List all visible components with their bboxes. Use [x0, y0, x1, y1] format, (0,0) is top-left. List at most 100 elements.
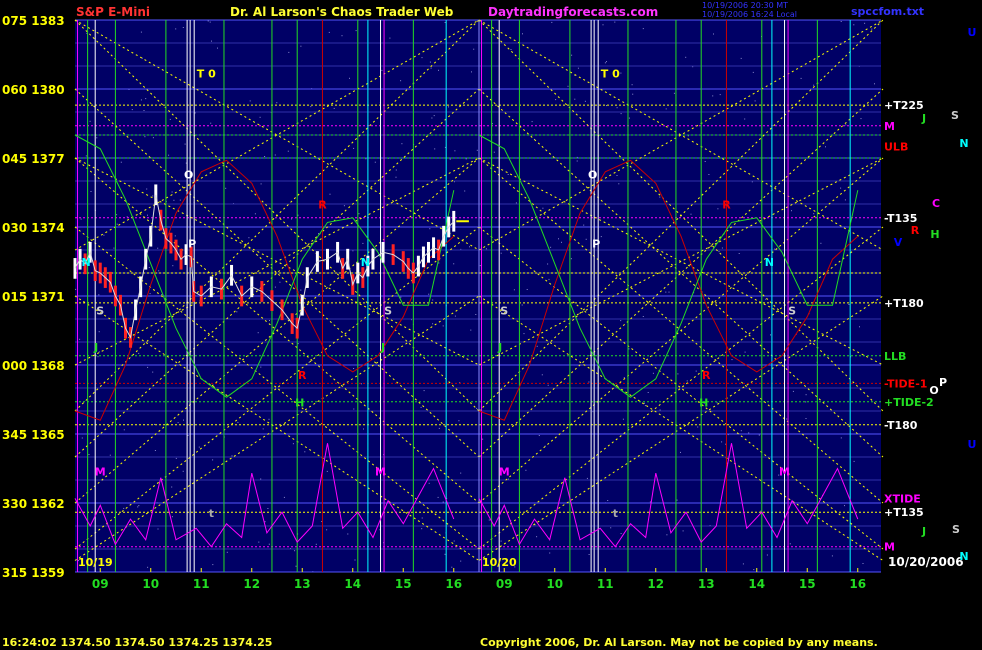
background-dot — [98, 331, 100, 333]
background-dot — [353, 147, 355, 149]
timing-mark: P — [188, 238, 196, 251]
x-tick-label: 13 — [294, 577, 311, 591]
background-dot — [464, 190, 466, 192]
timing-mark: R — [318, 199, 327, 212]
y-tick-label: 060 1380 — [2, 83, 65, 97]
background-dot — [123, 429, 125, 431]
background-dot — [449, 158, 451, 160]
background-dot — [395, 176, 397, 178]
background-dot — [374, 161, 376, 163]
background-dot — [143, 110, 145, 111]
background-dot — [429, 228, 431, 230]
background-dot — [137, 506, 139, 508]
background-dot — [458, 420, 460, 422]
background-dot — [523, 333, 525, 335]
planet-label: S — [952, 523, 960, 536]
background-dot — [198, 446, 200, 448]
background-dot — [805, 394, 807, 396]
background-dot — [347, 533, 349, 535]
background-dot — [217, 47, 218, 49]
background-dot — [642, 316, 644, 317]
planet-label: J — [921, 112, 926, 125]
x-tick-label: 14 — [748, 577, 765, 591]
background-dot — [226, 551, 228, 553]
background-dot — [536, 536, 538, 538]
background-dot — [718, 251, 720, 253]
right-labels: +T225 M ULB -T135 +T180 LLB -TIDE-1 +TIDE-2 -T18… — [884, 99, 934, 554]
background-dot — [292, 443, 294, 445]
timing-mark: S — [788, 304, 796, 317]
background-dot — [211, 40, 212, 42]
background-dot — [438, 69, 439, 71]
background-dot — [96, 137, 98, 139]
right-level-label: +T135 — [884, 506, 924, 519]
background-dot — [428, 293, 430, 295]
background-dot — [154, 423, 155, 425]
background-dot — [182, 470, 184, 472]
y-tick-label: 015 1371 — [2, 290, 65, 304]
background-dot — [448, 106, 449, 108]
background-dot — [97, 356, 99, 358]
right-level-label: XTIDE — [884, 492, 921, 505]
background-dot — [360, 383, 362, 385]
background-dot — [140, 31, 142, 33]
background-dot — [152, 195, 154, 197]
background-dot — [274, 154, 276, 156]
right-level-label: +T180 — [884, 297, 924, 310]
x-tick-label: 15 — [395, 577, 412, 591]
background-dot — [81, 437, 83, 439]
background-dot — [588, 381, 590, 383]
background-dot — [420, 406, 422, 408]
background-dot — [254, 213, 256, 215]
background-dot — [744, 118, 746, 120]
timing-mark: S — [500, 304, 508, 317]
timing-mark: H — [295, 396, 304, 409]
y-tick-label: 045 1377 — [2, 152, 65, 166]
background-dot — [401, 143, 403, 145]
background-dot — [542, 207, 544, 209]
background-dot — [147, 214, 148, 216]
date-label: 10/20/2006 — [888, 555, 964, 569]
background-dot — [665, 291, 667, 293]
background-dot — [607, 500, 609, 501]
background-dot — [604, 62, 606, 64]
background-dot — [363, 428, 364, 430]
timing-mark: O — [184, 169, 193, 182]
y-tick-label: 315 1359 — [2, 566, 65, 580]
background-dot — [844, 199, 846, 201]
timing-mark: T 0 — [197, 68, 216, 81]
planet-label: U — [968, 438, 977, 451]
background-dot — [740, 430, 742, 432]
background-dot — [179, 199, 181, 201]
background-dot — [770, 334, 771, 336]
background-dot — [182, 27, 184, 28]
background-dot — [438, 427, 440, 429]
background-dot — [287, 150, 289, 152]
timing-mark: J — [380, 341, 385, 354]
background-dot — [551, 21, 553, 23]
background-dot — [442, 501, 444, 503]
right-level-label: -T180 — [884, 419, 918, 432]
background-dot — [294, 550, 296, 552]
background-dot — [454, 315, 456, 317]
background-dot — [820, 242, 822, 244]
background-dot — [158, 270, 160, 272]
background-dot — [145, 98, 147, 100]
site-link[interactable]: Daytradingforecasts.com — [488, 5, 658, 19]
timing-mark: M — [499, 465, 510, 478]
background-dot — [283, 496, 285, 498]
x-tick-label: 11 — [597, 577, 614, 591]
date-label: 10/20 — [482, 556, 517, 569]
background-dot — [680, 451, 681, 453]
background-dot — [652, 372, 654, 374]
background-dot — [438, 262, 440, 264]
background-dot — [300, 45, 302, 47]
background-dot — [536, 345, 538, 347]
background-dot — [766, 554, 768, 556]
right-level-label: ULB — [884, 141, 908, 154]
background-dot — [173, 199, 175, 201]
background-dot — [432, 323, 434, 325]
background-dot — [570, 258, 572, 260]
background-dot — [500, 540, 502, 542]
background-dot — [622, 418, 624, 420]
